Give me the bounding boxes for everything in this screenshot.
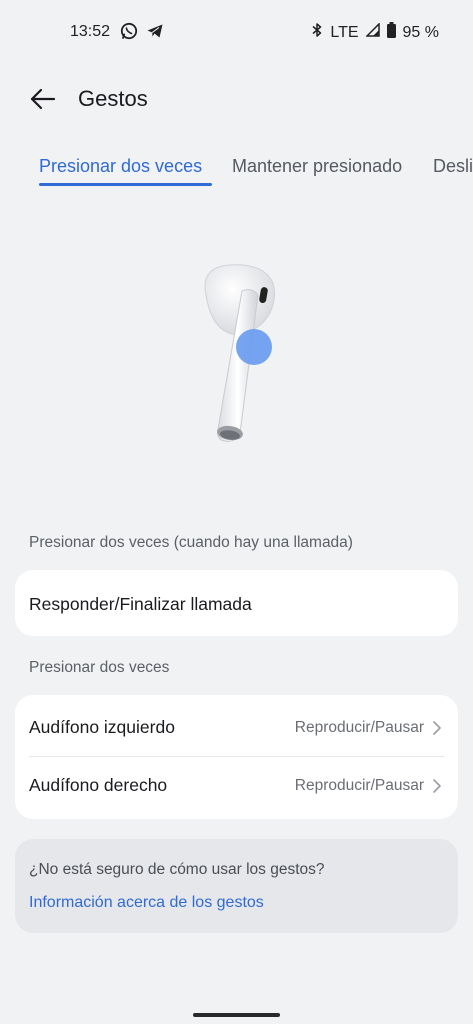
page-title: Gestos bbox=[78, 86, 148, 111]
tab-long-press[interactable]: Mantener presionado bbox=[232, 156, 402, 177]
battery-icon bbox=[386, 22, 396, 43]
right-earbud-row[interactable]: Audífono derecho Reproducir/Pausar bbox=[15, 757, 458, 815]
navigation-handle[interactable] bbox=[193, 1013, 280, 1017]
answer-end-call-label: Responder/Finalizar llamada bbox=[29, 594, 252, 614]
call-gesture-card: Responder/Finalizar llamada bbox=[15, 570, 458, 636]
tab-swipe[interactable]: Deslizar bbox=[433, 156, 473, 177]
section-header-double-press: Presionar dos veces bbox=[29, 659, 170, 676]
gesture-help-card: ¿No está seguro de cómo usar los gestos?… bbox=[15, 839, 458, 933]
tab-indicator bbox=[39, 183, 212, 186]
signal-icon bbox=[364, 22, 380, 42]
app-bar: Gestos bbox=[0, 78, 473, 122]
tab-double-press[interactable]: Presionar dos veces bbox=[39, 156, 202, 177]
status-bar: 13:52 LTE 95 % bbox=[0, 0, 473, 64]
chevron-right-icon bbox=[433, 721, 441, 735]
whatsapp-icon bbox=[120, 22, 138, 45]
help-question: ¿No está seguro de cómo usar los gestos? bbox=[29, 861, 325, 878]
status-notification-icons bbox=[120, 22, 164, 45]
left-earbud-row[interactable]: Audífono izquierdo Reproducir/Pausar bbox=[15, 699, 458, 757]
right-earbud-label: Audífono derecho bbox=[29, 775, 168, 795]
telegram-icon bbox=[146, 22, 164, 45]
status-time: 13:52 bbox=[70, 23, 111, 40]
status-right: LTE 95 % bbox=[311, 22, 439, 43]
left-earbud-value: Reproducir/Pausar bbox=[294, 719, 424, 736]
back-button[interactable] bbox=[28, 84, 58, 114]
gesture-info-link[interactable]: Información acerca de los gestos bbox=[29, 894, 264, 912]
tab-bar: Presionar dos veces Mantener presionado … bbox=[0, 150, 473, 190]
back-arrow-icon bbox=[30, 88, 56, 110]
touch-point-indicator bbox=[236, 329, 272, 365]
battery-percent: 95 % bbox=[402, 23, 439, 41]
left-earbud-label: Audífono izquierdo bbox=[29, 717, 175, 737]
chevron-right-icon bbox=[433, 779, 441, 793]
network-type: LTE bbox=[330, 23, 359, 41]
earbud-illustration bbox=[180, 255, 300, 455]
bluetooth-icon bbox=[311, 22, 323, 43]
double-press-card: Audífono izquierdo Reproducir/Pausar Aud… bbox=[15, 695, 458, 819]
answer-end-call-row[interactable]: Responder/Finalizar llamada bbox=[15, 570, 458, 636]
right-earbud-value: Reproducir/Pausar bbox=[294, 777, 424, 794]
section-header-call: Presionar dos veces (cuando hay una llam… bbox=[29, 534, 353, 551]
